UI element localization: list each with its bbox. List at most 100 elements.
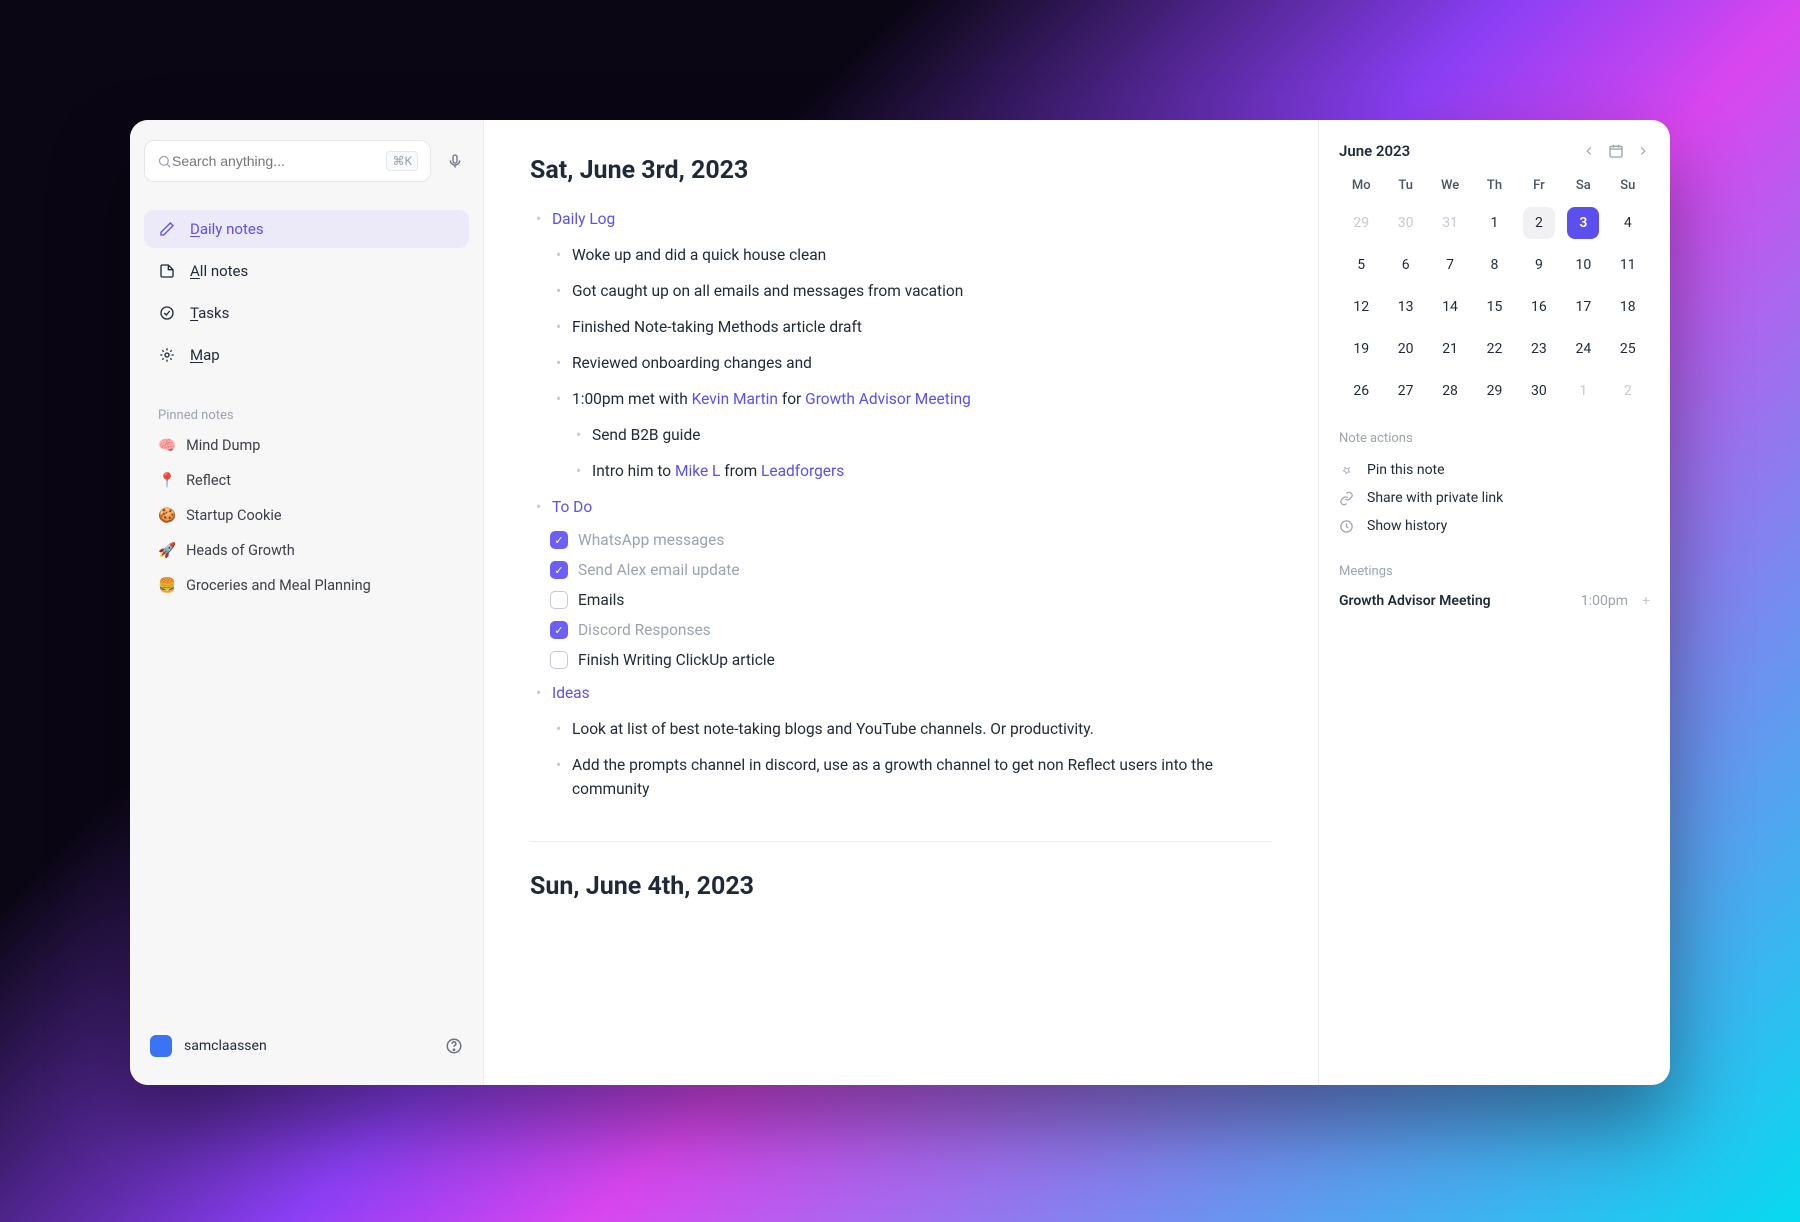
calendar-day[interactable]: 15 <box>1478 291 1510 323</box>
pinned-emoji: 🧠 <box>158 437 176 454</box>
action-label: Pin this note <box>1367 462 1445 478</box>
note-body[interactable]: Daily Log Woke up and did a quick house … <box>530 207 1272 519</box>
event-link[interactable]: Growth Advisor Meeting <box>805 390 971 408</box>
pinned-item[interactable]: 📍 Reflect <box>144 466 469 495</box>
todo-label: WhatsApp messages <box>578 531 724 549</box>
pinned-item[interactable]: 🧠Mind Dump <box>144 431 469 460</box>
calendar-dow: Fr <box>1517 178 1561 197</box>
calendar-day[interactable]: 20 <box>1390 333 1422 365</box>
calendar-day[interactable]: 28 <box>1434 375 1466 407</box>
pinned-item[interactable]: 🚀Heads of Growth <box>144 536 469 565</box>
user-row: samclaassen <box>144 1027 469 1065</box>
search-input-wrap[interactable]: ⌘K <box>144 140 431 182</box>
todo-label: Send Alex email update <box>578 561 740 579</box>
todo-item[interactable]: ✓ Discord Responses <box>550 621 1272 639</box>
calendar-day[interactable]: 13 <box>1390 291 1422 323</box>
todo-item[interactable]: ✓ WhatsApp messages <box>550 531 1272 549</box>
search-input[interactable] <box>172 153 386 169</box>
plus-icon[interactable]: + <box>1642 593 1650 609</box>
avatar[interactable] <box>150 1035 172 1057</box>
calendar-day[interactable]: 29 <box>1345 207 1377 239</box>
nav-tasks[interactable]: TTasksasks <box>144 294 469 332</box>
calendar-day[interactable]: 11 <box>1612 249 1644 281</box>
todo-label: Discord Responses <box>578 621 711 639</box>
action-history[interactable]: Show history <box>1339 512 1650 540</box>
log-item-meeting: 1:00pm met with Kevin Martin for Growth … <box>550 387 1272 411</box>
calendar-day[interactable]: 5 <box>1345 249 1377 281</box>
checkbox[interactable] <box>550 651 568 669</box>
calendar-day[interactable]: 16 <box>1523 291 1555 323</box>
person-link[interactable]: Mike L <box>675 462 720 480</box>
action-share[interactable]: Share with private link <box>1339 484 1650 512</box>
nav-label: MMapap <box>190 346 220 364</box>
calendar-day[interactable]: 25 <box>1612 333 1644 365</box>
calendar-day[interactable]: 1 <box>1567 375 1599 407</box>
nav-daily-notes[interactable]: DDaily notesaily notes <box>144 210 469 248</box>
nav-map[interactable]: MMapap <box>144 336 469 374</box>
calendar-day[interactable]: 7 <box>1434 249 1466 281</box>
nav-all-notes[interactable]: AAll notesll notes <box>144 252 469 290</box>
calendar-day[interactable]: 30 <box>1523 375 1555 407</box>
sidebar: ⌘K DDaily notesaily notes AAll notesll n… <box>130 120 484 1085</box>
calendar-day[interactable]: 10 <box>1567 249 1599 281</box>
calendar-day[interactable]: 26 <box>1345 375 1377 407</box>
section-todo: To Do <box>552 498 592 516</box>
calendar-day[interactable]: 22 <box>1478 333 1510 365</box>
calendar-day[interactable]: 14 <box>1434 291 1466 323</box>
checkbox[interactable] <box>550 591 568 609</box>
checkbox[interactable]: ✓ <box>550 561 568 579</box>
cal-today-icon[interactable] <box>1608 143 1624 159</box>
search-icon <box>157 154 172 169</box>
calendar-day[interactable]: 4 <box>1612 207 1644 239</box>
company-link[interactable]: Leadforgers <box>761 462 844 480</box>
cal-next-icon[interactable] <box>1636 144 1650 158</box>
pinned-item[interactable]: 🍔Groceries and Meal Planning <box>144 571 469 600</box>
note-divider <box>530 841 1272 842</box>
cal-prev-icon[interactable] <box>1582 144 1596 158</box>
calendar-day[interactable]: 23 <box>1523 333 1555 365</box>
calendar-day[interactable]: 8 <box>1478 249 1510 281</box>
calendar-day[interactable]: 3 <box>1567 207 1599 239</box>
todo-list: ✓ WhatsApp messages ✓ Send Alex email updat… <box>530 531 1272 669</box>
calendar-dow: Mo <box>1339 178 1383 197</box>
checkbox[interactable]: ✓ <box>550 621 568 639</box>
pinned-emoji: 📍 <box>158 472 176 489</box>
idea-item: Add the prompts channel in discord, use … <box>550 753 1272 801</box>
section-ideas: Ideas <box>552 684 590 702</box>
calendar-day[interactable]: 19 <box>1345 333 1377 365</box>
calendar-day[interactable]: 18 <box>1612 291 1644 323</box>
calendar-day[interactable]: 6 <box>1390 249 1422 281</box>
todo-item[interactable]: Finish Writing ClickUp article <box>550 651 1272 669</box>
calendar-day[interactable]: 2 <box>1612 375 1644 407</box>
meeting-name: Growth Advisor Meeting <box>1339 593 1567 609</box>
app-window: ⌘K DDaily notesaily notes AAll notesll n… <box>130 120 1670 1085</box>
calendar-dow: We <box>1428 178 1472 197</box>
meeting-item[interactable]: Growth Advisor Meeting 1:00pm + <box>1339 589 1650 613</box>
todo-item[interactable]: ✓ Send Alex email update <box>550 561 1272 579</box>
log-item: Reviewed onboarding changes and <box>550 351 1272 375</box>
calendar-day[interactable]: 29 <box>1478 375 1510 407</box>
pinned-label: Reflect <box>186 472 231 489</box>
calendar-day[interactable]: 31 <box>1434 207 1466 239</box>
calendar-day[interactable]: 12 <box>1345 291 1377 323</box>
calendar-day[interactable]: 1 <box>1478 207 1510 239</box>
pinned-item[interactable]: 🍪Startup Cookie <box>144 501 469 530</box>
help-icon[interactable] <box>445 1037 463 1055</box>
calendar-dow: Sa <box>1561 178 1605 197</box>
calendar-day[interactable]: 24 <box>1567 333 1599 365</box>
calendar-day[interactable]: 27 <box>1390 375 1422 407</box>
person-link[interactable]: Kevin Martin <box>692 390 778 408</box>
calendar-header: June 2023 <box>1339 142 1650 160</box>
todo-item[interactable]: Emails <box>550 591 1272 609</box>
note-title[interactable]: Sun, June 4th, 2023 <box>530 872 1272 901</box>
calendar-day[interactable]: 21 <box>1434 333 1466 365</box>
calendar-day[interactable]: 30 <box>1390 207 1422 239</box>
note-title[interactable]: Sat, June 3rd, 2023 <box>530 156 1272 185</box>
calendar-day[interactable]: 9 <box>1523 249 1555 281</box>
calendar-day[interactable]: 2 <box>1523 207 1555 239</box>
mic-icon[interactable] <box>441 147 469 175</box>
checkbox[interactable]: ✓ <box>550 531 568 549</box>
search-row: ⌘K <box>144 140 469 182</box>
calendar-day[interactable]: 17 <box>1567 291 1599 323</box>
action-pin[interactable]: Pin this note <box>1339 456 1650 484</box>
